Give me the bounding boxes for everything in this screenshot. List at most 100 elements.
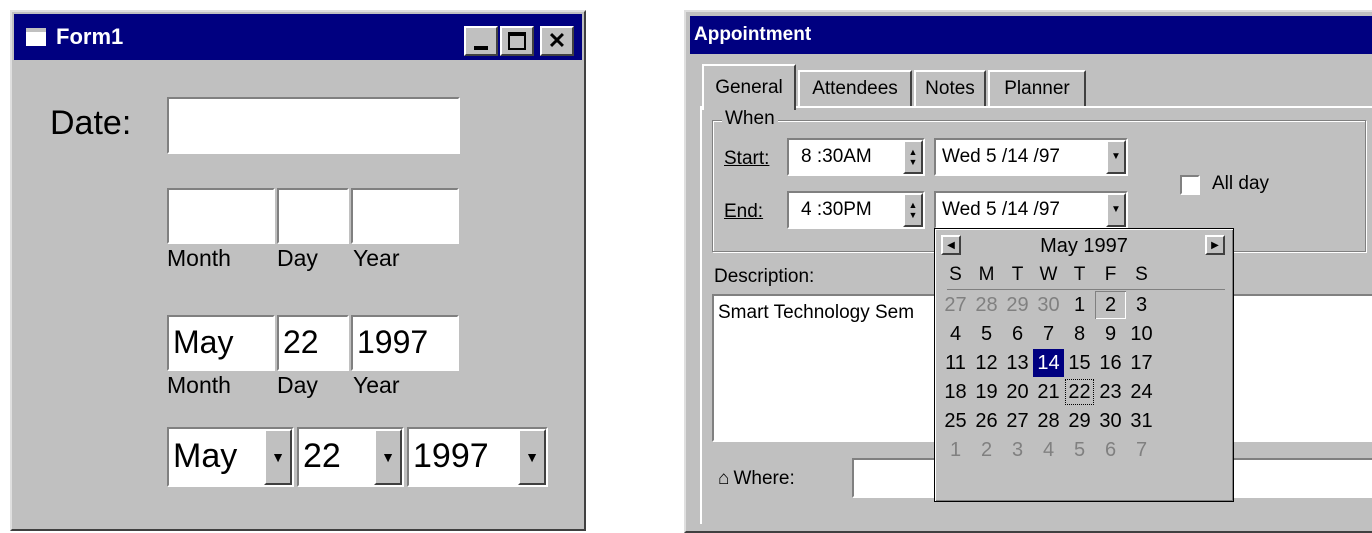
calendar-day[interactable]: 30 bbox=[1095, 407, 1126, 435]
calendar-day[interactable]: 27 bbox=[1002, 407, 1033, 435]
calendar-day[interactable]: 4 bbox=[1033, 436, 1064, 464]
calendar-day[interactable]: 18 bbox=[940, 378, 971, 406]
all-day-label[interactable]: All day bbox=[1212, 173, 1269, 195]
calendar-day[interactable]: 7 bbox=[1126, 436, 1157, 464]
end-time-field[interactable]: 4 :30PM ▲ ▼ bbox=[787, 191, 925, 229]
calendar-day[interactable]: 5 bbox=[971, 320, 1002, 348]
calendar-day[interactable]: 16 bbox=[1095, 349, 1126, 377]
calendar-day[interactable]: 3 bbox=[1002, 436, 1033, 464]
chevron-down-icon: ▼ bbox=[525, 449, 539, 465]
calendar-day[interactable]: 9 bbox=[1095, 320, 1126, 348]
calendar-day[interactable]: 7 bbox=[1033, 320, 1064, 348]
next-month-button[interactable]: ▶ bbox=[1205, 235, 1225, 255]
start-time-field[interactable]: 8 :30AM ▲ ▼ bbox=[787, 138, 925, 176]
spin-up-icon: ▲ bbox=[908, 200, 918, 210]
year-dropdown[interactable]: 1997 ▼ bbox=[407, 427, 548, 487]
calendar-day[interactable]: 12 bbox=[971, 349, 1002, 377]
calendar-day[interactable]: 19 bbox=[971, 378, 1002, 406]
month-dropdown[interactable]: May ▼ bbox=[167, 427, 294, 487]
calendar-day[interactable]: 6 bbox=[1095, 436, 1126, 464]
form1-title: Form1 bbox=[56, 24, 124, 49]
month-dropdown-button[interactable]: ▼ bbox=[264, 429, 292, 485]
calendar-day[interactable]: 24 bbox=[1126, 378, 1157, 406]
end-time-spinner[interactable]: ▲ ▼ bbox=[903, 193, 923, 227]
minimize-icon bbox=[474, 46, 488, 50]
month-caption-2: Month bbox=[167, 372, 231, 398]
maximize-icon bbox=[508, 32, 526, 50]
weekday-header: S bbox=[949, 264, 962, 285]
calendar-day[interactable]: 29 bbox=[1064, 407, 1095, 435]
calendar-day[interactable]: 11 bbox=[940, 349, 971, 377]
calendar-day[interactable]: 5 bbox=[1064, 436, 1095, 464]
calendar-day[interactable]: 30 bbox=[1033, 291, 1064, 319]
close-button[interactable]: ✕ bbox=[540, 26, 574, 56]
weekday-header: T bbox=[1073, 264, 1086, 285]
calendar-popup: ◀ May 1997 ▶ S M T W T F S 27 28 29 30 1 2 3 4 5 6 7 8 9 10 1… bbox=[934, 228, 1234, 502]
calendar-month-label: May 1997 bbox=[1040, 235, 1128, 257]
weekday-header: T bbox=[1011, 264, 1024, 285]
year-input[interactable] bbox=[351, 188, 459, 244]
calendar-day[interactable]: 28 bbox=[1033, 407, 1064, 435]
calendar-day[interactable]: 21 bbox=[1033, 378, 1064, 406]
calendar-day[interactable]: 1 bbox=[1064, 291, 1095, 319]
day-input[interactable] bbox=[277, 188, 349, 244]
maximize-button[interactable] bbox=[500, 26, 534, 56]
calendar-day[interactable]: 4 bbox=[940, 320, 971, 348]
minimize-button[interactable] bbox=[464, 26, 498, 56]
end-date-field[interactable]: Wed 5 /14 /97 ▼ bbox=[934, 191, 1128, 229]
appointment-window: Appointment General Attendees Notes Plan… bbox=[684, 10, 1372, 533]
calendar-day[interactable]: 31 bbox=[1126, 407, 1157, 435]
calendar-day[interactable]: 25 bbox=[940, 407, 971, 435]
appointment-titlebar[interactable]: Appointment bbox=[690, 16, 1372, 54]
calendar-day[interactable]: 2 bbox=[971, 436, 1002, 464]
year-caption: Year bbox=[353, 245, 400, 271]
tab-attendees[interactable]: Attendees bbox=[798, 70, 912, 106]
chevron-down-icon: ▼ bbox=[1111, 204, 1121, 215]
all-day-checkbox[interactable] bbox=[1180, 175, 1200, 195]
day-text-field[interactable]: 22 bbox=[277, 315, 349, 371]
calendar-day[interactable]: 27 bbox=[940, 291, 971, 319]
start-date-field[interactable]: Wed 5 /14 /97 ▼ bbox=[934, 138, 1128, 176]
calendar-day[interactable]: 14 bbox=[1033, 349, 1064, 377]
chevron-down-icon: ▼ bbox=[271, 449, 285, 465]
month-text-field[interactable]: May bbox=[167, 315, 275, 371]
tab-notes[interactable]: Notes bbox=[914, 70, 986, 106]
calendar-day[interactable]: 8 bbox=[1064, 320, 1095, 348]
calendar-day[interactable]: 10 bbox=[1126, 320, 1157, 348]
month-input[interactable] bbox=[167, 188, 275, 244]
calendar-day[interactable]: 22 bbox=[1064, 378, 1095, 406]
calendar-day[interactable]: 2 bbox=[1095, 291, 1126, 319]
calendar-day[interactable]: 29 bbox=[1002, 291, 1033, 319]
spin-down-icon: ▼ bbox=[908, 157, 918, 167]
date-input[interactable] bbox=[167, 97, 460, 154]
year-dropdown-button[interactable]: ▼ bbox=[518, 429, 546, 485]
weekday-header: W bbox=[1039, 264, 1058, 285]
end-label: End: bbox=[724, 201, 764, 222]
spin-up-icon: ▲ bbox=[908, 147, 918, 157]
tab-planner[interactable]: Planner bbox=[988, 70, 1086, 106]
where-label-row: ⌂ Where: bbox=[718, 468, 795, 489]
day-dropdown[interactable]: 22 ▼ bbox=[297, 427, 404, 487]
weekday-header: M bbox=[978, 264, 995, 285]
start-date-dropdown-button[interactable]: ▼ bbox=[1106, 140, 1126, 174]
calendar-day[interactable]: 28 bbox=[971, 291, 1002, 319]
calendar-day[interactable]: 6 bbox=[1002, 320, 1033, 348]
calendar-day[interactable]: 13 bbox=[1002, 349, 1033, 377]
calendar-day[interactable]: 23 bbox=[1095, 378, 1126, 406]
spin-down-icon: ▼ bbox=[908, 210, 918, 220]
day-dropdown-button[interactable]: ▼ bbox=[374, 429, 402, 485]
end-date-dropdown-button[interactable]: ▼ bbox=[1106, 193, 1126, 227]
day-caption-2: Day bbox=[277, 372, 318, 398]
calendar-day[interactable]: 26 bbox=[971, 407, 1002, 435]
calendar-day[interactable]: 20 bbox=[1002, 378, 1033, 406]
calendar-day[interactable]: 1 bbox=[940, 436, 971, 464]
year-text-field[interactable]: 1997 bbox=[351, 315, 459, 371]
calendar-day[interactable]: 3 bbox=[1126, 291, 1157, 319]
chevron-right-icon: ▶ bbox=[1211, 239, 1219, 251]
chevron-down-icon: ▼ bbox=[1111, 151, 1121, 162]
tab-general[interactable]: General bbox=[702, 64, 796, 110]
calendar-day[interactable]: 17 bbox=[1126, 349, 1157, 377]
app-window-icon bbox=[26, 28, 46, 46]
start-time-spinner[interactable]: ▲ ▼ bbox=[903, 140, 923, 174]
calendar-day[interactable]: 15 bbox=[1064, 349, 1095, 377]
